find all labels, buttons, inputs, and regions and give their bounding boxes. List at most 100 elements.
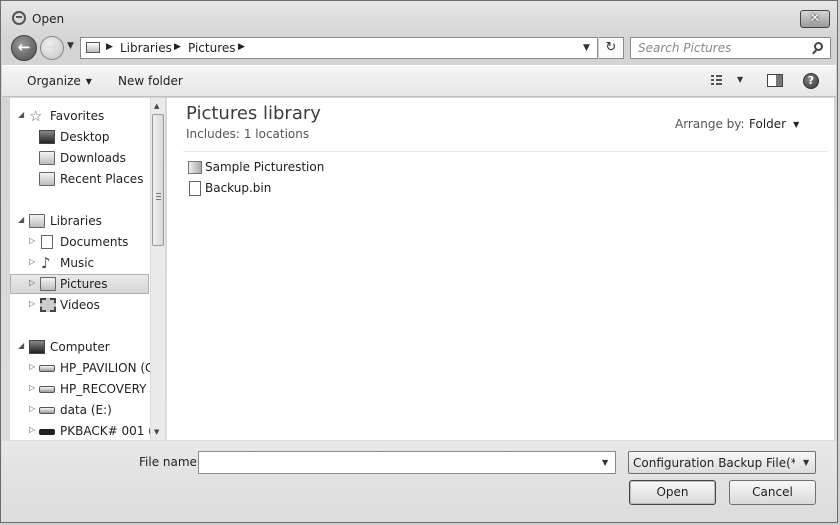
expand-icon[interactable]: ▷: [29, 362, 35, 371]
recent-places-icon: [39, 172, 55, 186]
collapse-icon[interactable]: ◢: [18, 215, 24, 224]
view-dropdown-icon[interactable]: ▼: [737, 75, 743, 84]
expand-icon[interactable]: ▷: [29, 236, 35, 245]
file-name-field[interactable]: [199, 452, 602, 473]
back-button[interactable]: ←: [11, 35, 37, 61]
downloads-folder-icon: [39, 151, 55, 165]
file-type-value: Configuration Backup File(*.bin): [633, 456, 795, 470]
breadcrumb-separator-icon[interactable]: ▶: [238, 42, 245, 52]
breadcrumb-pictures[interactable]: Pictures: [188, 41, 236, 55]
tree-item-documents[interactable]: ▷ Documents: [10, 232, 149, 252]
tree-item-videos[interactable]: ▷ Videos: [10, 295, 149, 315]
open-button[interactable]: Open: [629, 480, 716, 505]
app-icon: [12, 11, 26, 25]
tree-item-music[interactable]: ▷ ♪ Music: [10, 253, 149, 273]
computer-icon: [29, 340, 45, 354]
breadcrumb-separator-icon[interactable]: ▶: [106, 42, 113, 52]
scroll-thumb[interactable]: [152, 114, 164, 246]
tree-item-drive-c[interactable]: ▷ HP_PAVILION (C:: [10, 358, 157, 378]
tree-item-downloads[interactable]: Downloads: [10, 148, 149, 168]
scroll-down-icon[interactable]: ▼: [154, 428, 159, 436]
forward-button[interactable]: →: [40, 36, 64, 60]
pictures-icon: [40, 277, 56, 291]
tree-item-label: Documents: [60, 235, 129, 249]
collapse-icon[interactable]: ◢: [18, 341, 24, 350]
expand-icon[interactable]: ▷: [29, 299, 35, 308]
tree-item-label: HP_PAVILION (C:: [60, 361, 158, 375]
tree-item-label: Downloads: [60, 151, 126, 165]
file-name: Backup.bin: [205, 181, 272, 195]
refresh-button[interactable]: ↻: [599, 37, 624, 59]
expand-icon[interactable]: ▷: [29, 404, 35, 413]
arrange-by-label: Arrange by:: [675, 117, 745, 131]
help-icon[interactable]: ?: [803, 73, 819, 89]
collapse-icon[interactable]: ◢: [18, 110, 24, 119]
tree-item-libraries[interactable]: ◢ Libraries: [10, 211, 149, 231]
address-bar[interactable]: ▶ Libraries ▶ Pictures ▶ ▼: [80, 37, 598, 59]
expand-icon[interactable]: ▷: [29, 383, 35, 392]
navigation-pane: ◢ ☆ Favorites Desktop Downloads Recent P…: [10, 98, 165, 440]
expand-icon[interactable]: ▷: [29, 278, 35, 287]
close-button[interactable]: ✕: [800, 10, 830, 28]
tree-item-drive-d[interactable]: ▷ HP_RECOVERY (D: [10, 379, 164, 399]
preview-pane-icon[interactable]: [767, 74, 783, 87]
search-input[interactable]: [631, 38, 816, 58]
tree-item-label: Music: [60, 256, 95, 270]
includes-locations-link[interactable]: 1 locations: [244, 127, 309, 141]
star-icon: ☆: [29, 107, 43, 125]
header-divider: [183, 151, 828, 152]
library-title: Pictures library: [186, 103, 321, 124]
expand-icon[interactable]: ▷: [29, 257, 35, 266]
folder-icon: [188, 161, 202, 174]
desktop-icon: [39, 130, 55, 144]
new-folder-button[interactable]: New folder: [118, 74, 183, 88]
file-list-pane: Pictures library Includes: 1 locations A…: [167, 98, 834, 440]
scroll-up-icon[interactable]: ▲: [154, 102, 159, 110]
tree-item-label: Favorites: [50, 109, 105, 123]
tree-item-label: Desktop: [60, 130, 110, 144]
address-dropdown-icon[interactable]: ▼: [583, 43, 590, 53]
search-icon[interactable]: [814, 42, 823, 51]
chevron-down-icon: ▼: [85, 77, 92, 86]
tree-item-label: Computer: [50, 340, 110, 354]
command-toolbar: Organize ▼ New folder ▼ ?: [2, 65, 836, 97]
expand-icon[interactable]: ▷: [29, 425, 35, 434]
tree-item-favorites[interactable]: ◢ ☆ Favorites: [10, 106, 149, 126]
cancel-button[interactable]: Cancel: [729, 480, 816, 505]
search-box[interactable]: [630, 37, 831, 59]
file-type-select[interactable]: Configuration Backup File(*.bin) ▼: [628, 451, 816, 474]
grip-icon: [156, 193, 161, 200]
recent-locations-dropdown-icon[interactable]: ▼: [67, 41, 74, 51]
chevron-down-icon: ▼: [793, 120, 800, 129]
tree-item-drive-e[interactable]: ▷ data (E:): [10, 400, 149, 420]
drive-icon: [39, 407, 55, 414]
breadcrumb-separator-icon[interactable]: ▶: [174, 42, 181, 52]
file-name-label: File name:: [139, 455, 201, 469]
file-name-combobox[interactable]: ▼: [198, 451, 616, 474]
tree-item-pictures[interactable]: ▷ Pictures: [10, 274, 149, 294]
tree-item-desktop[interactable]: Desktop: [10, 127, 149, 147]
title-bar: Open ✕: [1, 1, 837, 33]
tree-item-recent-places[interactable]: Recent Places: [10, 169, 149, 189]
tree-item-label: PKBACK# 001 (L:: [60, 424, 164, 438]
tree-item-label: HP_RECOVERY (D: [60, 382, 165, 396]
breadcrumb-libraries[interactable]: Libraries: [120, 41, 172, 55]
tree-item-computer[interactable]: ◢ Computer: [10, 337, 149, 357]
dialog-footer: File name: ▼ Configuration Backup File(*…: [2, 441, 836, 522]
view-options-icon[interactable]: [711, 74, 725, 86]
libraries-icon: [29, 214, 45, 228]
music-note-icon: ♪: [41, 254, 51, 272]
film-icon: [40, 298, 56, 312]
arrange-by-dropdown[interactable]: Folder ▼: [749, 117, 799, 131]
tree-item-label: Recent Places: [60, 172, 144, 186]
library-icon: [86, 42, 100, 53]
tree-item-label: Videos: [60, 298, 100, 312]
navigation-pane-scrollbar[interactable]: ▲ ▼: [150, 98, 165, 440]
file-name-dropdown-icon[interactable]: ▼: [602, 458, 608, 467]
tree-item-drive-l[interactable]: ▷ PKBACK# 001 (L:: [10, 421, 164, 440]
file-name: Sample Picturestion: [205, 160, 325, 174]
organize-button[interactable]: Organize ▼: [27, 74, 92, 88]
organize-label: Organize: [27, 74, 81, 88]
tree-item-label: data (E:): [60, 403, 112, 417]
tree-item-label: Pictures: [60, 277, 108, 291]
